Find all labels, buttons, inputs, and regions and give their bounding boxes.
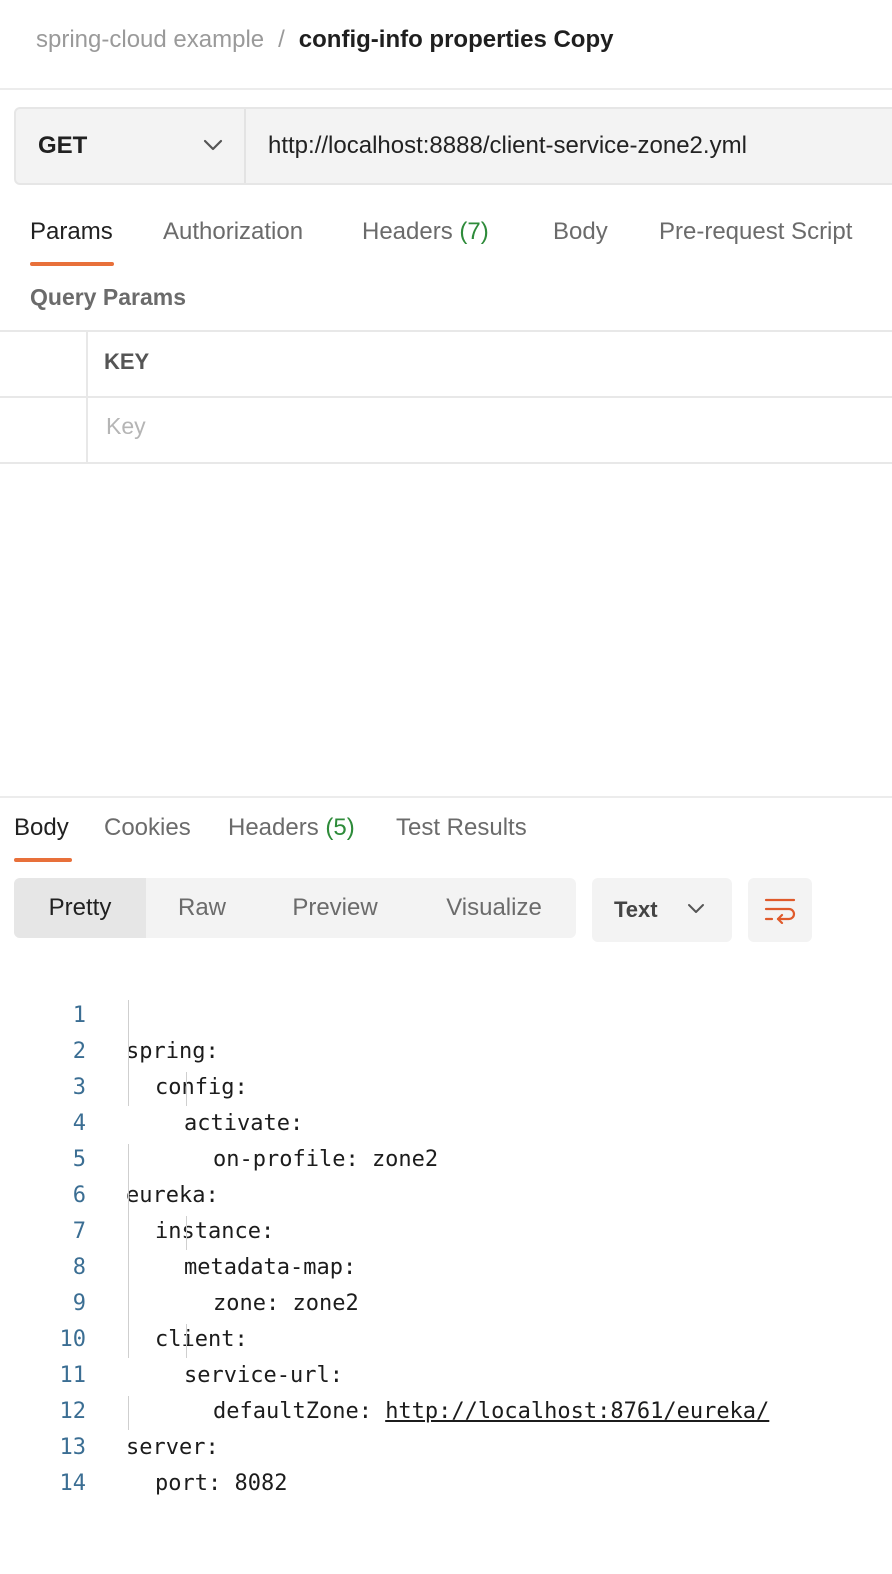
key-column-header: KEY xyxy=(104,349,150,374)
breadcrumb-separator: / xyxy=(278,26,285,53)
format-select-value: Text xyxy=(614,897,658,922)
tab-params-label: Params xyxy=(30,218,113,245)
request-bar: GET http://localhost:8888/client-service… xyxy=(14,107,892,185)
response-tab-body[interactable]: Body xyxy=(14,814,69,848)
response-tab-headers-count: (5) xyxy=(325,814,355,841)
header-divider xyxy=(0,88,892,90)
view-pretty-button[interactable]: Pretty xyxy=(14,878,146,938)
code-line: 14 xyxy=(0,1430,892,1496)
response-active-tab-indicator xyxy=(14,858,72,862)
response-tab-headers[interactable]: Headers (5) xyxy=(228,814,355,848)
response-tab-test-results-label: Test Results xyxy=(396,814,527,841)
url-input[interactable]: http://localhost:8888/client-service-zon… xyxy=(248,109,747,183)
wrap-lines-icon xyxy=(764,898,796,924)
tab-authorization[interactable]: Authorization xyxy=(163,218,303,252)
tab-headers-label: Headers xyxy=(362,218,453,245)
response-tab-headers-label: Headers xyxy=(228,814,319,841)
chevron-down-icon[interactable] xyxy=(202,137,224,153)
code-line: 4 on-profile: zone2 xyxy=(0,1070,892,1172)
response-divider xyxy=(0,796,892,798)
chevron-down-icon[interactable] xyxy=(686,902,706,916)
wrap-lines-button[interactable] xyxy=(748,878,812,942)
indent-guide xyxy=(186,1216,187,1250)
indent-guide xyxy=(186,1072,187,1106)
query-params-title: Query Params xyxy=(30,284,186,310)
code-line: 11 defaultZone: http://localhost:8761/eu… xyxy=(0,1322,892,1424)
tab-pre-request-script[interactable]: Pre-request Script xyxy=(659,218,852,252)
code-line: 7 metadata-map: xyxy=(0,1178,892,1280)
code-line: 12 server: xyxy=(0,1358,892,1460)
code-line: 3 activate: xyxy=(0,1034,892,1136)
table-column-divider xyxy=(86,332,88,464)
response-tab-cookies-label: Cookies xyxy=(104,814,191,841)
breadcrumb: spring-cloud example / config-info prope… xyxy=(36,24,613,56)
indent-guide xyxy=(186,1324,187,1358)
tab-headers[interactable]: Headers (7) xyxy=(362,218,489,252)
url-text: http://localhost:8888/client-service-zon… xyxy=(268,132,747,159)
indent-guide xyxy=(128,1396,129,1430)
code-line: 1 spring: xyxy=(0,962,892,1064)
indent-guide xyxy=(128,1144,129,1358)
view-raw-button[interactable]: Raw xyxy=(146,878,258,938)
tab-params[interactable]: Params xyxy=(30,218,113,252)
response-tab-body-label: Body xyxy=(14,814,69,841)
key-input[interactable]: Key xyxy=(106,413,146,440)
code-line: 13 port: 8082 xyxy=(0,1394,892,1496)
code-line: 9 client: xyxy=(0,1250,892,1352)
tab-pre-request-label: Pre-request Script xyxy=(659,218,853,245)
tab-authorization-label: Authorization xyxy=(163,218,304,245)
breadcrumb-collection[interactable]: spring-cloud example xyxy=(36,26,264,54)
code-text: port: 8082 xyxy=(155,1471,288,1496)
view-mode-toggle: Pretty Raw Preview Visualize xyxy=(14,878,576,938)
tab-body-label: Body xyxy=(553,218,608,245)
code-line: 6 instance: xyxy=(0,1142,892,1244)
tab-body[interactable]: Body xyxy=(553,218,608,252)
indent-guide xyxy=(128,1000,129,1106)
method-label: GET xyxy=(38,132,88,159)
view-visualize-button[interactable]: Visualize xyxy=(412,878,576,938)
table-bottom-border xyxy=(0,462,892,464)
code-line: 2 config: xyxy=(0,998,892,1100)
response-tab-test-results[interactable]: Test Results xyxy=(396,814,527,848)
code-line: 5 eureka: xyxy=(0,1106,892,1208)
code-line: 8 zone: zone2 xyxy=(0,1214,892,1316)
response-tab-cookies[interactable]: Cookies xyxy=(104,814,191,848)
active-tab-indicator xyxy=(30,262,114,266)
line-number: 14 xyxy=(59,1471,87,1496)
table-row-border xyxy=(0,396,892,398)
tab-headers-count: (7) xyxy=(459,218,489,245)
table-top-border xyxy=(0,330,892,332)
code-line: 10 service-url: xyxy=(0,1286,892,1388)
view-preview-button[interactable]: Preview xyxy=(258,878,412,938)
format-select[interactable]: Text xyxy=(592,878,732,942)
request-title[interactable]: config-info properties Copy xyxy=(299,26,614,54)
